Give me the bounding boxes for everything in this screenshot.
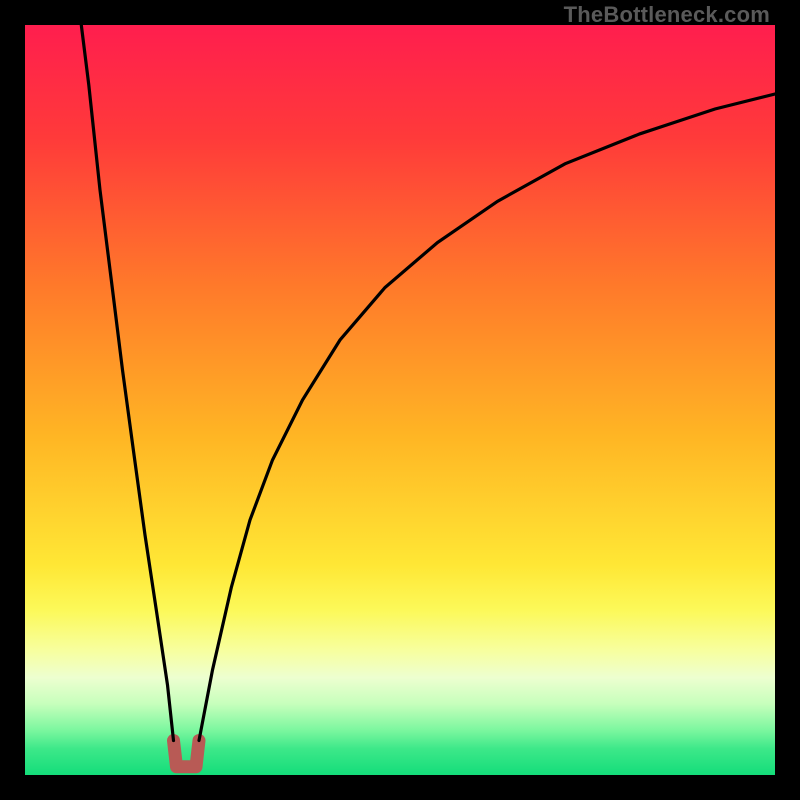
bottleneck-curve (25, 25, 775, 775)
notch-marker (174, 741, 200, 767)
curve-left-branch (81, 25, 173, 741)
curve-right-branch (199, 94, 775, 741)
chart-frame (25, 25, 775, 775)
watermark-text: TheBottleneck.com (564, 2, 770, 28)
